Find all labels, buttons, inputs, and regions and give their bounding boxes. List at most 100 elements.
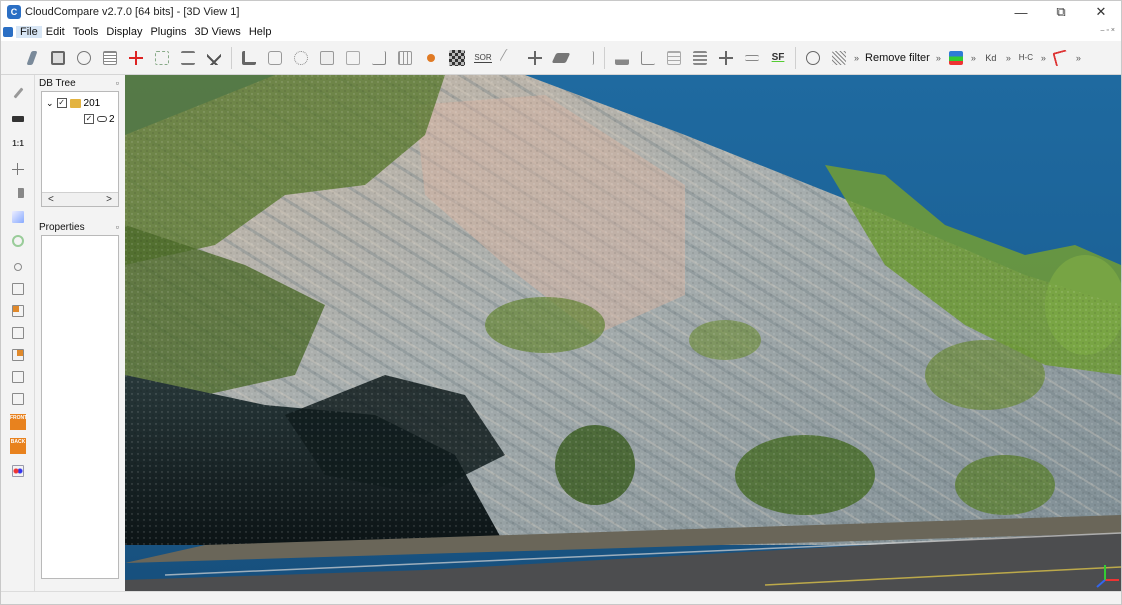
bottom-view-button[interactable] — [10, 391, 26, 407]
mdi-close-button[interactable]: × — [1111, 27, 1115, 34]
view-pencil-button[interactable] — [10, 85, 26, 101]
toolbar-more-indicator[interactable]: » — [1076, 53, 1081, 63]
distance-button[interactable] — [369, 47, 389, 69]
octree-button[interactable] — [343, 47, 363, 69]
light-icon — [12, 211, 24, 223]
save-button[interactable] — [48, 47, 68, 69]
stereo-button[interactable] — [10, 463, 26, 479]
camera-button[interactable] — [10, 111, 26, 127]
sf-button[interactable]: SF — [768, 47, 788, 69]
folder-icon — [69, 98, 81, 108]
pivot-button[interactable] — [10, 233, 26, 249]
remove-filter-button[interactable]: Remove filter — [861, 47, 934, 69]
histogram-button[interactable] — [612, 47, 632, 69]
kd-tree-button[interactable]: Kd — [981, 47, 1001, 69]
compass-button[interactable] — [1051, 47, 1071, 69]
segment-button[interactable] — [178, 47, 198, 69]
register-button[interactable] — [265, 47, 285, 69]
grid-button[interactable] — [395, 47, 415, 69]
toolbar-more-indicator[interactable]: » — [854, 53, 859, 63]
list-button[interactable] — [100, 47, 120, 69]
root-visibility-checkbox[interactable]: ✓ — [56, 98, 67, 108]
canupo-button[interactable] — [946, 47, 966, 69]
translate-button[interactable] — [74, 47, 94, 69]
mdi-restore-button[interactable]: ▫ — [1106, 27, 1108, 34]
menu-plugins[interactable]: Plugins — [146, 26, 190, 38]
iso-front-button[interactable]: FRONT — [10, 411, 27, 433]
equal-button[interactable] — [742, 47, 762, 69]
menu-tools[interactable]: Tools — [69, 26, 103, 38]
front-view-button[interactable] — [10, 303, 26, 319]
scroll-right-arrow[interactable]: > — [106, 194, 112, 205]
mdi-document-icon[interactable] — [3, 27, 13, 37]
align-button[interactable] — [291, 47, 311, 69]
move-button[interactable] — [525, 47, 545, 69]
toolbar-more-indicator[interactable]: » — [1041, 53, 1046, 63]
menu-help[interactable]: Help — [245, 26, 276, 38]
tree-item-root[interactable]: ⌄ ✓ 201 — [46, 96, 100, 110]
db-tree-header: DB Tree ▫ — [35, 75, 125, 91]
layers-icon — [693, 50, 707, 65]
normals-button[interactable] — [317, 47, 337, 69]
plus-icon — [719, 50, 733, 65]
register-icon — [268, 50, 282, 65]
pencil-button[interactable] — [22, 47, 42, 69]
db-tree-title: DB Tree — [39, 77, 76, 89]
left-view-button[interactable] — [10, 325, 26, 341]
graph-button[interactable] — [638, 47, 658, 69]
light-button[interactable] — [10, 209, 26, 225]
mdi-minimize-button[interactable]: – — [1101, 27, 1105, 34]
right-view-button[interactable] — [10, 369, 26, 385]
restore-button[interactable]: ⧉ — [1041, 1, 1081, 23]
cloud-visibility-checkbox[interactable]: ✓ — [84, 114, 94, 124]
zoom-button[interactable] — [10, 259, 26, 275]
zoom-icon — [14, 263, 22, 271]
measure-button[interactable] — [499, 47, 519, 69]
menu-display[interactable]: Display — [102, 26, 146, 38]
delete-icon — [207, 50, 221, 65]
list-icon — [103, 50, 117, 65]
label-button[interactable] — [803, 47, 823, 69]
zoom-1to1-button[interactable]: 1:1 — [10, 135, 26, 151]
delete-button[interactable] — [204, 47, 224, 69]
chevron-down-icon[interactable]: ⌄ — [46, 98, 54, 109]
menu-edit[interactable]: Edit — [42, 26, 69, 38]
menu-file[interactable]: File — [16, 26, 42, 38]
crosshair-button[interactable] — [126, 47, 146, 69]
plus-view-button[interactable] — [10, 161, 26, 177]
cloud-button[interactable] — [421, 47, 441, 69]
stereo-icon — [12, 465, 24, 477]
toolbar-more-indicator[interactable]: » — [971, 53, 976, 63]
db-tree-view[interactable]: ⌄ ✓ 201 ✓ 2 < > — [41, 91, 119, 207]
menu-3d-views[interactable]: 3D Views — [191, 26, 245, 38]
3d-view-canvas[interactable] — [125, 75, 1121, 591]
float-icon[interactable]: ▫ — [116, 222, 119, 232]
equal-icon — [745, 54, 759, 61]
merge-button[interactable] — [239, 47, 259, 69]
stats-button[interactable] — [664, 47, 684, 69]
db-tree-scrollbar[interactable]: < > — [42, 192, 118, 206]
flip-button[interactable] — [577, 47, 597, 69]
sor-filter-button[interactable]: SOR — [473, 47, 493, 69]
sample-button[interactable] — [152, 47, 172, 69]
plane-button[interactable] — [551, 47, 571, 69]
minimize-button[interactable]: — — [1001, 1, 1041, 23]
iso-back-button[interactable]: BACK — [10, 435, 26, 457]
back-view-button[interactable] — [10, 347, 26, 363]
toolbar-more-indicator[interactable]: » — [1006, 53, 1011, 63]
add-sf-button[interactable] — [716, 47, 736, 69]
close-button[interactable]: ✕ — [1081, 1, 1121, 23]
octree-icon — [346, 50, 360, 65]
scroll-left-arrow[interactable]: < — [48, 194, 54, 205]
top-view-button[interactable] — [10, 281, 26, 297]
poisson-button[interactable] — [829, 47, 849, 69]
noise-button[interactable] — [447, 47, 467, 69]
hidden-point-button[interactable]: H-C — [1016, 47, 1036, 69]
float-icon[interactable]: ▫ — [116, 78, 119, 88]
tree-item-cloud[interactable]: ✓ 2 — [84, 112, 115, 126]
layers-button[interactable] — [690, 47, 710, 69]
noise-icon — [449, 49, 465, 66]
properties-view[interactable] — [41, 235, 119, 579]
toolbar-more-indicator[interactable]: » — [936, 53, 941, 63]
perspective-button[interactable] — [10, 185, 26, 201]
